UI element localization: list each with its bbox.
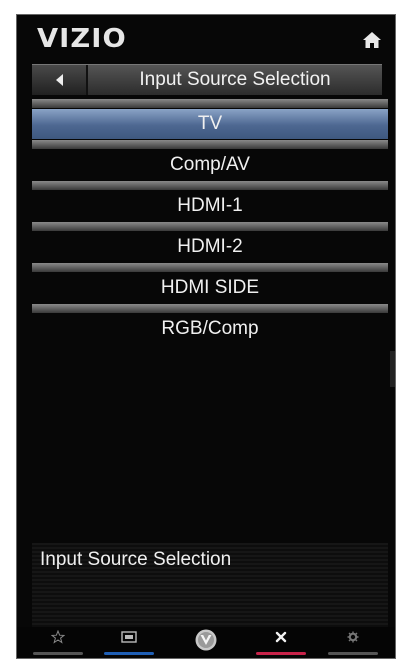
back-button[interactable] [32,65,88,95]
menu-item-label: Comp/AV [170,154,250,175]
menu-item-tv[interactable]: TV [32,99,388,140]
remote-button-bar [17,627,395,658]
description-text: Input Source Selection [40,549,232,570]
favorites-button[interactable] [31,627,85,658]
vizio-v-button[interactable] [179,627,233,658]
menu-title: Input Source Selection [139,69,331,90]
vizio-v-icon [195,629,217,651]
menu-item-label: HDMI SIDE [160,277,260,298]
settings-button[interactable] [326,627,380,658]
menu-titlebar: Input Source Selection [32,64,382,95]
menu-item-label: HDMI-2 [177,236,243,257]
tv-menu-panel: VIZIO Input Source Selection TV Comp/AV … [17,15,395,658]
menu-item-hdmi-2[interactable]: HDMI-2 [32,222,388,263]
menu-item-label: TV [32,109,388,139]
gear-icon [347,631,359,643]
home-icon[interactable] [361,29,383,51]
vizio-logo: VIZIO [37,24,127,54]
star-icon [51,630,65,644]
scrollbar[interactable] [390,351,395,387]
close-icon [275,631,287,643]
menu-item-hdmi-side[interactable]: HDMI SIDE [32,263,388,304]
input-source-list: TV Comp/AV HDMI-1 HDMI-2 HDMI SIDE RGB/C… [32,99,388,345]
back-arrow-icon [56,74,63,86]
menu-item-hdmi-1[interactable]: HDMI-1 [32,181,388,222]
menu-item-comp-av[interactable]: Comp/AV [32,140,388,181]
close-button[interactable] [254,627,308,658]
widget-icon [121,631,137,643]
menu-item-label: HDMI-1 [177,195,243,216]
menu-item-rgb-comp[interactable]: RGB/Comp [32,304,388,345]
widget-button[interactable] [102,627,156,658]
menu-item-label: RGB/Comp [161,318,259,339]
description-panel: Input Source Selection [32,543,388,639]
